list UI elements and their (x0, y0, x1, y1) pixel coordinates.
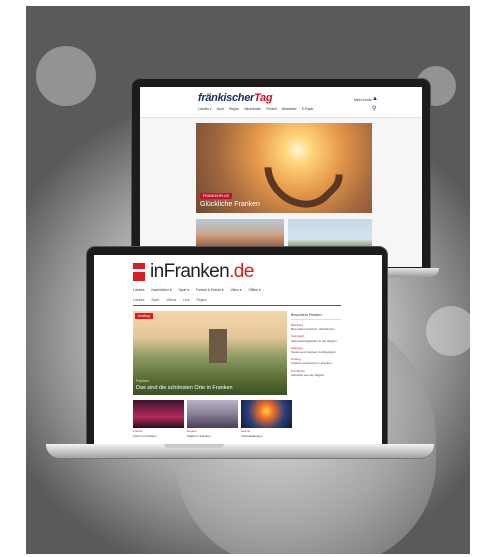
site-logo[interactable]: fränkischerTag (198, 92, 273, 104)
sidebar-item[interactable]: Erlangen Neues aus Franken Ausflugstipps (291, 346, 341, 354)
cathedral-image (209, 329, 227, 363)
laptop-back-screen: fränkischerTag Lokales ▾ Sport Region Na… (140, 87, 422, 267)
laptop-back: fränkischerTag Lokales ▾ Sport Region Na… (123, 78, 439, 277)
nav-item[interactable]: Freizeit (266, 107, 276, 111)
nav-item[interactable]: Offline ▾ (248, 288, 260, 292)
nav-item[interactable]: Sport ▾ (179, 288, 189, 292)
sidebar-item[interactable]: Kulmbach Sehenswürdigkeiten in der Region (291, 334, 341, 342)
nav-item[interactable]: Video ▾ (231, 288, 242, 292)
bokeh-light (426, 306, 470, 356)
nav-item[interactable]: Nachrichten (244, 107, 261, 111)
laptop-front-base (46, 444, 434, 459)
card-tag: Freizeit (133, 429, 143, 433)
hero-badge: Ausflug (135, 313, 153, 319)
subnav-item[interactable]: Videos (166, 298, 176, 302)
laptop-notch (164, 444, 224, 448)
hero-title[interactable]: Das sind die schönsten Orte in Franken (136, 385, 233, 391)
card-tag: Events (241, 429, 251, 433)
search-icon[interactable]: ⚲ (372, 105, 376, 112)
user-icon[interactable]: ▲ (372, 96, 378, 102)
sidebar: Besonders Franken Bamberg Besonders Frank… (291, 313, 341, 380)
card-title[interactable]: Veranstaltungen (241, 434, 292, 438)
sidebar-item[interactable]: Coburg Freizeit und Events in Franken (291, 357, 341, 365)
hero-teaser[interactable]: Ausflug Franken Das sind die schönsten O… (133, 311, 287, 395)
logo-mark-icon (133, 263, 145, 281)
laptop-front-screen: inFranken.de Lokales Nachrichten ▾ Sport… (94, 255, 382, 445)
nav-item[interactable]: Freizeit & Events ▾ (196, 288, 224, 292)
laptop-back-lid: fränkischerTag Lokales ▾ Sport Region Na… (131, 78, 431, 270)
hero-teaser[interactable]: FRANKENPLUS Glückliche Franken (196, 123, 372, 213)
subnav-item[interactable]: Lokales (133, 298, 144, 302)
nav-item[interactable]: Region (229, 107, 239, 111)
nav-item[interactable]: Nachrichten ▾ (151, 288, 171, 292)
hero-badge: FRANKENPLUS (200, 193, 232, 199)
card-tag: Region (187, 429, 197, 433)
subnav-item[interactable]: Sport (151, 298, 159, 302)
hero-kicker: Franken (136, 379, 149, 383)
account-link[interactable]: Mein Konto (354, 98, 372, 102)
nav-item[interactable]: Newsletter (282, 107, 297, 111)
laptop-front-lid: inFranken.de Lokales Nachrichten ▾ Sport… (86, 246, 388, 446)
sidebar-item[interactable]: Bamberg Besonders Franken: Attraktionen (291, 323, 341, 331)
laptop-front: inFranken.de Lokales Nachrichten ▾ Sport… (46, 246, 434, 466)
nav-item[interactable]: Lokales (133, 288, 144, 292)
card-image[interactable] (241, 400, 292, 428)
nav-item[interactable]: Sport (216, 107, 224, 111)
sidebar-heading: Besonders Franken (291, 313, 341, 320)
hero-title[interactable]: Glückliche Franken (200, 201, 260, 208)
main-nav: Lokales ▾ Sport Region Nachrichten Freiz… (198, 107, 313, 111)
nav-item[interactable]: E-Paper (302, 107, 314, 111)
heart-hands-image (249, 123, 353, 213)
site-logo[interactable]: inFranken.de (150, 261, 254, 283)
subnav-item[interactable]: Region (196, 298, 206, 302)
sidebar-item[interactable]: Forchheim Aktuelles aus der Region (291, 369, 341, 377)
card-title[interactable]: Städte in Franken (187, 434, 238, 438)
nav-item[interactable]: Lokales ▾ (198, 107, 211, 111)
card-title[interactable]: Feiern in Franken (133, 434, 184, 438)
main-nav: Lokales Nachrichten ▾ Sport ▾ Freizeit &… (133, 288, 261, 292)
sub-nav: Lokales Sport Videos Link Region (133, 298, 207, 302)
bokeh-light (36, 46, 96, 106)
card-image[interactable] (187, 400, 238, 428)
site-header: fränkischerTag Lokales ▾ Sport Region Na… (140, 87, 422, 118)
card-image[interactable] (133, 400, 184, 428)
subnav-item[interactable]: Link (183, 298, 189, 302)
nav-divider (133, 305, 341, 306)
